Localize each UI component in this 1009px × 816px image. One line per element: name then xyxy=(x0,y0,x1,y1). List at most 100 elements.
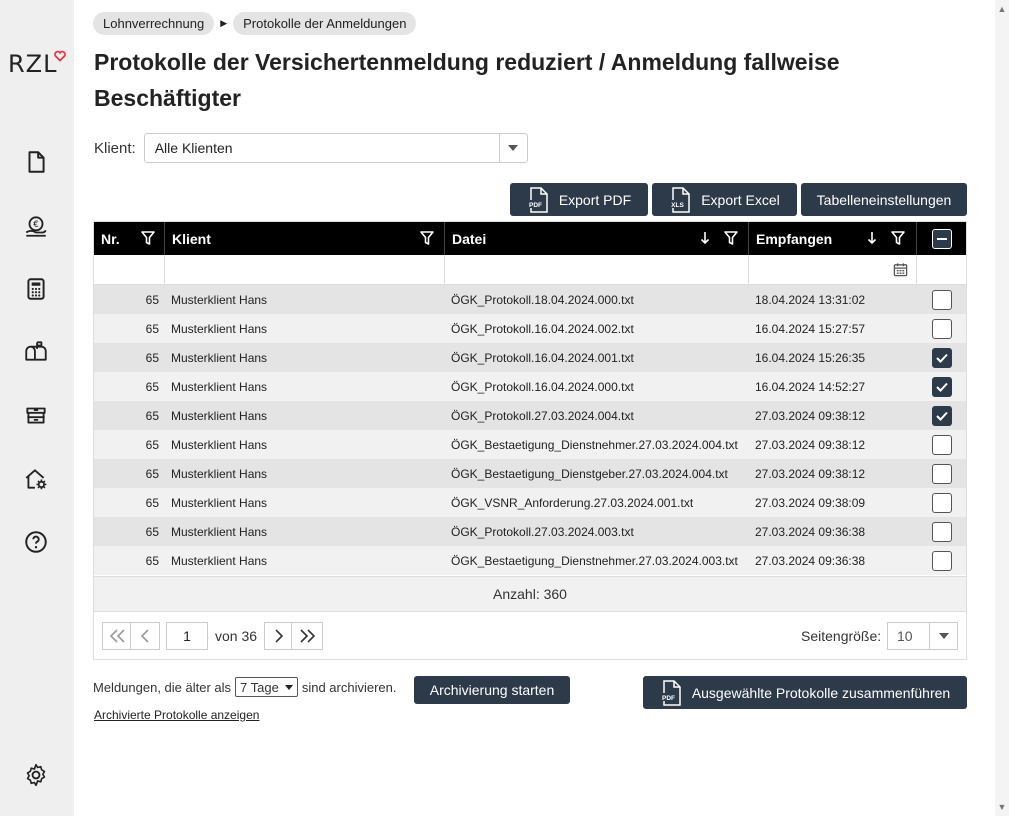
sort-down-icon[interactable] xyxy=(697,230,713,246)
filter-cell-nr[interactable] xyxy=(94,255,165,285)
merge-protocols-button[interactable]: PDF Ausgewählte Protokolle zusammenführe… xyxy=(643,676,967,709)
table-row[interactable]: 65 Musterklient Hans ÖGK_Protokoll.18.04.2… xyxy=(94,285,966,314)
calculator-icon[interactable] xyxy=(22,275,50,303)
table-settings-button[interactable]: Tabelleneinstellungen xyxy=(801,183,967,216)
table-row[interactable]: 65 Musterklient Hans ÖGK_VSNR_Anforderung.… xyxy=(94,488,966,517)
client-filter: Klient: Alle Klienten xyxy=(94,133,528,163)
cell-nr: 65 xyxy=(145,495,159,510)
main-content: Lohnverrechnung ▶ Protokolle der Anmeldu… xyxy=(74,0,995,816)
breadcrumb-item-lohnverrechnung[interactable]: Lohnverrechnung xyxy=(93,12,215,35)
filter-cell-datei[interactable] xyxy=(445,255,749,285)
page-size-select[interactable]: 10 xyxy=(887,622,958,650)
row-checkbox[interactable] xyxy=(931,463,952,484)
export-excel-label: Export Excel xyxy=(701,191,780,208)
filter-cell-klient[interactable] xyxy=(165,255,445,285)
filter-icon[interactable] xyxy=(140,230,156,246)
table-row[interactable]: 65 Musterklient Hans ÖGK_Protokoll.16.04.2… xyxy=(94,314,966,343)
archive-days-select[interactable]: 7 Tage xyxy=(235,677,298,697)
cell-select xyxy=(917,401,966,430)
sidebar: RZL € xyxy=(0,0,74,816)
export-pdf-button[interactable]: PDF Export PDF xyxy=(510,183,648,216)
cell-datei: ÖGK_Bestaetigung_Dienstnehmer.27.03.2024… xyxy=(451,437,738,452)
calendar-icon[interactable] xyxy=(893,262,908,277)
row-checkbox[interactable] xyxy=(931,550,952,571)
cell-nr: 65 xyxy=(145,553,159,568)
page-size-value: 10 xyxy=(897,628,913,644)
record-count: Anzahl: 360 xyxy=(94,576,966,612)
row-checkbox[interactable] xyxy=(931,405,952,426)
cell-nr: 65 xyxy=(145,408,159,423)
checkmark-icon xyxy=(935,382,948,392)
cell-nr: 65 xyxy=(145,321,159,336)
row-checkbox[interactable] xyxy=(931,347,952,368)
previous-page-button[interactable] xyxy=(130,622,160,650)
column-header-klient[interactable]: Klient xyxy=(165,222,445,255)
sort-down-icon[interactable] xyxy=(864,230,880,246)
next-page-button[interactable] xyxy=(264,622,294,650)
row-checkbox[interactable] xyxy=(931,318,952,339)
client-select[interactable]: Alle Klienten xyxy=(143,133,528,163)
show-archived-link[interactable]: Archivierte Protokolle anzeigen xyxy=(94,708,259,722)
cell-nr: 65 xyxy=(145,292,159,307)
filter-icon[interactable] xyxy=(419,230,435,246)
cell-datei: ÖGK_VSNR_Anforderung.27.03.2024.001.txt xyxy=(451,495,694,510)
filter-cell-select xyxy=(917,255,966,285)
heart-icon xyxy=(54,50,66,62)
chevron-right-icon xyxy=(275,629,284,643)
cell-select xyxy=(917,517,966,546)
client-select-value: Alle Klienten xyxy=(154,140,233,156)
filter-cell-empfangen[interactable] xyxy=(749,255,917,285)
scroll-up-icon[interactable]: ▲ xyxy=(997,4,1007,14)
vertical-scrollbar[interactable]: ▲ ▼ xyxy=(995,0,1009,816)
page-size-label: Seitengröße: xyxy=(801,628,882,644)
home-gear-icon[interactable] xyxy=(22,465,50,493)
archive-box-icon[interactable] xyxy=(22,401,50,429)
logo: RZL xyxy=(8,50,58,78)
table-row[interactable]: 65 Musterklient Hans ÖGK_Bestaetigung_Dien… xyxy=(94,546,966,575)
row-checkbox[interactable] xyxy=(931,289,952,310)
cell-datei: ÖGK_Protokoll.16.04.2024.001.txt xyxy=(451,350,634,365)
export-excel-button[interactable]: XLS Export Excel xyxy=(652,183,797,216)
cell-klient: Musterklient Hans xyxy=(171,292,268,307)
table-row[interactable]: 65 Musterklient Hans ÖGK_Bestaetigung_Dien… xyxy=(94,459,966,488)
row-checkbox[interactable] xyxy=(931,376,952,397)
page-number-input[interactable]: 1 xyxy=(166,622,208,650)
cell-nr: 65 xyxy=(145,379,159,394)
cell-empfangen: 18.04.2024 13:31:02 xyxy=(755,292,866,307)
column-header-nr[interactable]: Nr. xyxy=(94,222,165,255)
cell-klient: Musterklient Hans xyxy=(171,524,268,539)
last-page-button[interactable] xyxy=(291,622,323,650)
filter-icon[interactable] xyxy=(890,230,906,246)
svg-text:PDF: PDF xyxy=(529,202,542,209)
table-row[interactable]: 65 Musterklient Hans ÖGK_Protokoll.27.03.2… xyxy=(94,517,966,546)
breadcrumb-item-protokolle[interactable]: Protokolle der Anmeldungen xyxy=(233,12,417,35)
filter-row xyxy=(94,255,966,285)
cell-select xyxy=(917,314,966,343)
row-checkbox[interactable] xyxy=(931,492,952,513)
scroll-down-icon[interactable]: ▼ xyxy=(997,802,1007,812)
select-all-checkbox[interactable] xyxy=(931,228,952,249)
svg-text:PDF: PDF xyxy=(662,695,675,702)
pdf-file-icon: PDF xyxy=(526,186,548,213)
cell-empfangen: 16.04.2024 15:27:57 xyxy=(755,321,866,336)
table-row[interactable]: 65 Musterklient Hans ÖGK_Protokoll.16.04.2… xyxy=(94,372,966,401)
pager: 1 von 36 Seitengröße: 10 xyxy=(94,612,966,660)
cell-nr: 65 xyxy=(145,524,159,539)
column-header-datei[interactable]: Datei xyxy=(445,222,749,255)
euro-coin-hand-icon[interactable]: € xyxy=(22,212,50,240)
mailbox-icon[interactable] xyxy=(22,337,50,365)
row-checkbox[interactable] xyxy=(931,434,952,455)
table-row[interactable]: 65 Musterklient Hans ÖGK_Bestaetigung_Dien… xyxy=(94,430,966,459)
start-archiving-button[interactable]: Archivierung starten xyxy=(414,676,570,704)
settings-gear-icon[interactable] xyxy=(22,761,50,789)
filter-icon[interactable] xyxy=(723,230,739,246)
protocol-table: Nr. Klient Datei Empfangen 65 Musterklie… xyxy=(93,221,967,660)
cell-empfangen: 16.04.2024 14:52:27 xyxy=(755,379,866,394)
help-icon[interactable] xyxy=(22,528,50,556)
cell-nr: 65 xyxy=(145,437,159,452)
table-row[interactable]: 65 Musterklient Hans ÖGK_Protokoll.16.04.2… xyxy=(94,343,966,372)
column-header-empfangen[interactable]: Empfangen xyxy=(749,222,917,255)
row-checkbox[interactable] xyxy=(931,521,952,542)
document-icon[interactable] xyxy=(22,148,50,176)
table-row[interactable]: 65 Musterklient Hans ÖGK_Protokoll.27.03.2… xyxy=(94,401,966,430)
